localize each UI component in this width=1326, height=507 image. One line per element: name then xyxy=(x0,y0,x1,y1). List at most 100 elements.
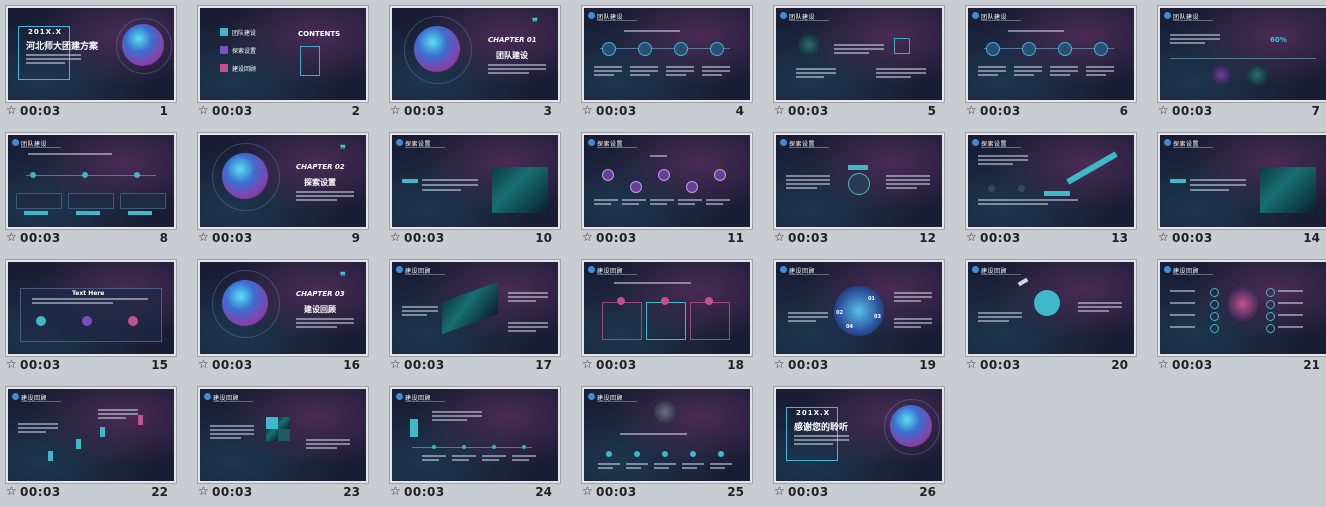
slide-meta: ☆ 00:03 14 xyxy=(1158,230,1324,248)
body-text-line xyxy=(452,455,476,457)
slide-thumbnail[interactable]: 建设回顾 ☆ 00:03 21 xyxy=(1158,260,1326,380)
star-icon[interactable]: ☆ xyxy=(198,103,209,117)
slide-thumbnail[interactable]: 团队建设 ☆ 00:03 4 xyxy=(582,6,752,126)
star-icon[interactable]: ☆ xyxy=(1158,103,1169,117)
slide-preview[interactable]: 探索设置 xyxy=(1158,133,1326,229)
slide-preview[interactable]: 探索设置 xyxy=(390,133,560,229)
slide-meta: ☆ 00:03 5 xyxy=(774,103,940,121)
slide-thumbnail[interactable]: 建设回顾 ☆ 00:03 25 xyxy=(582,387,752,507)
star-icon[interactable]: ☆ xyxy=(390,357,401,371)
star-icon[interactable]: ☆ xyxy=(6,484,17,498)
body-text-line xyxy=(1050,74,1070,76)
slide-preview[interactable]: ❞ CHAPTER 03 建设回顾 xyxy=(198,260,368,356)
slide-preview[interactable]: 建设回顾 xyxy=(966,260,1136,356)
header-underline xyxy=(1173,20,1213,21)
slide-preview[interactable]: CONTENTS 团队建设 探索设置 建设回顾 xyxy=(198,6,368,102)
star-icon[interactable]: ☆ xyxy=(390,230,401,244)
star-icon[interactable]: ☆ xyxy=(1158,357,1169,371)
body-text-line xyxy=(296,318,354,320)
point-icon xyxy=(1266,324,1275,333)
slide-thumbnail[interactable]: 建设回顾 ☆ 00:03 24 xyxy=(390,387,560,507)
slide-thumbnail[interactable]: 探索设置 ☆ 00:03 10 xyxy=(390,133,560,253)
slide-preview[interactable]: 201X.X 河北师大团建方案 xyxy=(6,6,176,102)
slide-thumbnail[interactable]: 建设回顾 ☆ 00:03 22 xyxy=(6,387,176,507)
slide-preview[interactable]: ❞ CHAPTER 02 探索设置 xyxy=(198,133,368,229)
star-icon[interactable]: ☆ xyxy=(582,103,593,117)
slide-thumbnail[interactable]: CONTENTS 团队建设 探索设置 建设回顾 ☆ 00:03 2 xyxy=(198,6,368,126)
slide-thumbnail[interactable]: 探索设置 ☆ 00:03 13 xyxy=(966,133,1136,253)
star-icon[interactable]: ☆ xyxy=(390,103,401,117)
slide-thumbnail[interactable]: 建设回顾 ☆ 00:03 20 xyxy=(966,260,1136,380)
slide-preview[interactable]: 建设回顾 01 02 03 04 xyxy=(774,260,944,356)
slide-meta: ☆ 00:03 22 xyxy=(6,484,172,502)
body-text-line xyxy=(488,68,546,70)
slide-preview[interactable]: 建设回顾 xyxy=(390,387,560,483)
star-icon[interactable]: ☆ xyxy=(6,230,17,244)
star-icon[interactable]: ☆ xyxy=(582,484,593,498)
star-icon[interactable]: ☆ xyxy=(774,103,785,117)
slide-preview[interactable]: 团队建设 xyxy=(774,6,944,102)
star-icon[interactable]: ☆ xyxy=(774,357,785,371)
slide-number: 20 xyxy=(1111,358,1128,372)
slide-thumbnail[interactable]: 团队建设 ☆ 00:03 8 xyxy=(6,133,176,253)
slide-number: 5 xyxy=(927,104,936,118)
slide-preview[interactable]: 建设回顾 xyxy=(582,387,752,483)
slide-thumbnail[interactable]: 建设回顾 ☆ 00:03 23 xyxy=(198,387,368,507)
slide-meta: ☆ 00:03 13 xyxy=(966,230,1132,248)
slide-preview[interactable]: ❞ CHAPTER 01 团队建设 xyxy=(390,6,560,102)
slide-thumbnail[interactable]: 建设回顾 01 02 03 04 ☆ 00:03 19 xyxy=(774,260,944,380)
slide-preview[interactable]: 探索设置 xyxy=(966,133,1136,229)
slide-preview[interactable]: 建设回顾 xyxy=(1158,260,1326,356)
slide-thumbnail[interactable]: 探索设置 ☆ 00:03 11 xyxy=(582,133,752,253)
header-underline xyxy=(1173,274,1213,275)
star-icon[interactable]: ☆ xyxy=(582,357,593,371)
star-icon[interactable]: ☆ xyxy=(390,484,401,498)
slide-thumbnail[interactable]: 团队建设 ☆ 00:03 5 xyxy=(774,6,944,126)
slide-thumbnail[interactable]: 团队建设 60% ☆ 00:03 7 xyxy=(1158,6,1326,126)
panel-title: Text Here xyxy=(72,290,105,297)
slide-number: 10 xyxy=(535,231,552,245)
slide-thumbnail[interactable]: ❞ CHAPTER 01 团队建设 ☆ 00:03 3 xyxy=(390,6,560,126)
slide-preview[interactable]: 建设回顾 xyxy=(6,387,176,483)
slide-thumbnail[interactable]: Text Here ☆ 00:03 15 xyxy=(6,260,176,380)
star-icon[interactable]: ☆ xyxy=(6,103,17,117)
slide-preview[interactable]: Text Here xyxy=(6,260,176,356)
slide-thumbnail[interactable]: 探索设置 ☆ 00:03 12 xyxy=(774,133,944,253)
body-text-line xyxy=(210,437,241,439)
slide-preview[interactable]: 探索设置 xyxy=(582,133,752,229)
slide-thumbnail[interactable]: 201X.X 感谢您的聆听 ☆ 00:03 26 xyxy=(774,387,944,507)
star-icon[interactable]: ☆ xyxy=(774,484,785,498)
slide-preview[interactable]: 201X.X 感谢您的聆听 xyxy=(774,387,944,483)
star-icon[interactable]: ☆ xyxy=(774,230,785,244)
star-icon[interactable]: ☆ xyxy=(198,357,209,371)
slide-thumbnail[interactable]: 201X.X 河北师大团建方案 ☆ 00:03 1 xyxy=(6,6,176,126)
slide-preview[interactable]: 团队建设 60% xyxy=(1158,6,1326,102)
star-icon[interactable]: ☆ xyxy=(6,357,17,371)
slide-preview[interactable]: 团队建设 xyxy=(966,6,1136,102)
star-icon[interactable]: ☆ xyxy=(966,230,977,244)
slide-thumbnail[interactable]: 探索设置 ☆ 00:03 14 xyxy=(1158,133,1326,253)
highlight-bar xyxy=(1170,179,1186,183)
star-icon[interactable]: ☆ xyxy=(1158,230,1169,244)
slide-preview[interactable]: 建设回顾 xyxy=(390,260,560,356)
slide-preview[interactable]: 建设回顾 xyxy=(198,387,368,483)
slide-thumbnail[interactable]: 建设回顾 ☆ 00:03 18 xyxy=(582,260,752,380)
star-icon[interactable]: ☆ xyxy=(966,357,977,371)
star-icon[interactable]: ☆ xyxy=(582,230,593,244)
slide-preview[interactable]: 团队建设 xyxy=(6,133,176,229)
slide-thumbnail[interactable]: ❞ CHAPTER 02 探索设置 ☆ 00:03 9 xyxy=(198,133,368,253)
star-icon[interactable]: ☆ xyxy=(966,103,977,117)
logo-icon xyxy=(780,12,787,19)
slide-thumbnail[interactable]: ❞ CHAPTER 03 建设回顾 ☆ 00:03 16 xyxy=(198,260,368,380)
center-label xyxy=(848,165,868,170)
slide-thumbnail[interactable]: 团队建设 ☆ 00:03 6 xyxy=(966,6,1136,126)
slide-thumbnail[interactable]: 建设回顾 ☆ 00:03 17 xyxy=(390,260,560,380)
body-text-line xyxy=(1278,302,1304,304)
slide-preview[interactable]: 建设回顾 xyxy=(582,260,752,356)
star-icon[interactable]: ☆ xyxy=(198,230,209,244)
chapter-title: 团队建设 xyxy=(496,51,528,60)
point-icon xyxy=(1210,300,1219,309)
slide-preview[interactable]: 团队建设 xyxy=(582,6,752,102)
star-icon[interactable]: ☆ xyxy=(198,484,209,498)
slide-preview[interactable]: 探索设置 xyxy=(774,133,944,229)
